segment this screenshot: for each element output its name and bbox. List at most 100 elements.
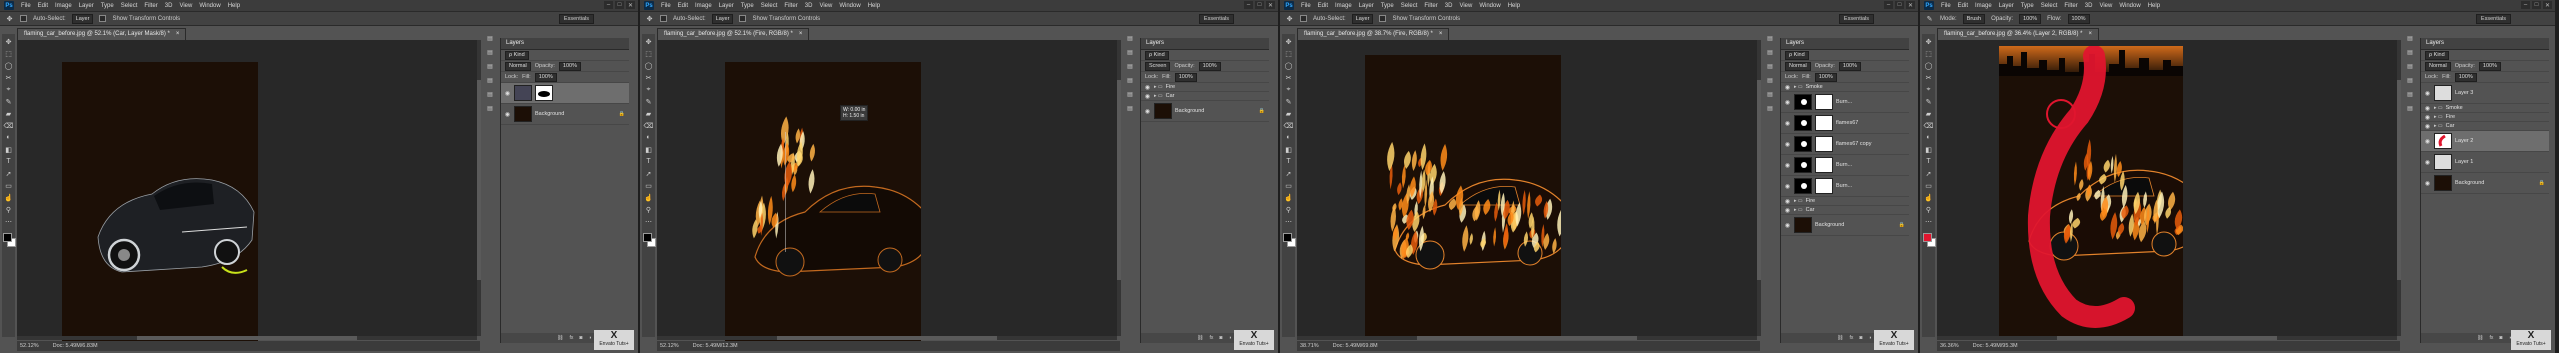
horizontal-scroll-thumb[interactable] — [777, 336, 997, 340]
history-icon[interactable]: ▤ — [1766, 34, 1775, 43]
mask-thumbnail[interactable] — [535, 85, 553, 101]
minimize-icon[interactable]: – — [1244, 1, 1253, 9]
layer-row[interactable]: ◉ Background 🔒 — [1141, 101, 1269, 122]
menu-item-select[interactable]: Select — [761, 3, 778, 9]
link-icon[interactable]: ⛓ — [2477, 335, 2483, 341]
kind-filter[interactable]: ρ Kind — [505, 50, 529, 60]
swatches-icon[interactable]: ▤ — [2406, 76, 2415, 85]
character-icon[interactable]: ▤ — [486, 90, 495, 99]
auto-select-target[interactable]: Layer — [1351, 13, 1374, 24]
menu-item-edit[interactable]: Edit — [38, 3, 48, 9]
close-icon[interactable]: ✕ — [1906, 1, 1915, 9]
menu-item-layer[interactable]: Layer — [79, 3, 94, 9]
layer-row[interactable]: ◉ Burn... — [1781, 176, 1909, 197]
shape-tool-icon[interactable]: ▭ — [644, 181, 653, 190]
zoom-level[interactable]: 52.12% — [20, 343, 39, 349]
menu-item-type[interactable]: Type — [101, 3, 114, 9]
path-select-icon[interactable]: ➚ — [1924, 169, 1933, 178]
dodge-tool-icon[interactable]: ◐ — [1924, 133, 1933, 142]
menu-item-help[interactable]: Help — [228, 3, 240, 9]
lasso-tool-icon[interactable]: ◯ — [644, 61, 653, 70]
layer-thumbnail[interactable] — [1815, 115, 1833, 131]
swatches-icon[interactable]: ▤ — [486, 76, 495, 85]
menu-item-layer[interactable]: Layer — [1999, 3, 2014, 9]
link-icon[interactable]: ⛓ — [557, 335, 563, 341]
layers-panel-tab[interactable]: Layers — [1781, 38, 1909, 50]
path-select-icon[interactable]: ➚ — [644, 169, 653, 178]
document-tab[interactable]: flaming_car_before.jpg @ 52.1% (Car, Lay… — [17, 28, 187, 40]
hand-tool-icon[interactable]: ☝ — [1284, 193, 1293, 202]
eye-icon[interactable]: ◉ — [2424, 123, 2431, 130]
eye-icon[interactable]: ◉ — [1784, 198, 1791, 205]
fx-icon[interactable]: fx — [2489, 335, 2493, 341]
layer-row[interactable]: ◉ ▸ ▭ Car — [2421, 122, 2549, 131]
foreground-color[interactable] — [643, 233, 652, 242]
image-canvas[interactable] — [1365, 55, 1561, 337]
crop-tool-icon[interactable]: ✂ — [644, 73, 653, 82]
character-icon[interactable]: ▤ — [1766, 90, 1775, 99]
vertical-scroll-thumb[interactable] — [2397, 80, 2401, 280]
auto-select-target[interactable]: Layer — [711, 13, 734, 24]
lasso-tool-icon[interactable]: ◯ — [1284, 61, 1293, 70]
dodge-tool-icon[interactable]: ◐ — [644, 133, 653, 142]
color-swatches[interactable] — [3, 233, 16, 247]
menu-item-view[interactable]: View — [179, 3, 192, 9]
gradient-tool-icon[interactable]: ◧ — [1284, 145, 1293, 154]
close-tab-icon[interactable]: × — [1439, 29, 1443, 40]
menu-item-edit[interactable]: Edit — [678, 3, 688, 9]
fx-icon[interactable]: fx — [1209, 335, 1213, 341]
gradient-tool-icon[interactable]: ◧ — [1924, 145, 1933, 154]
close-icon[interactable]: ✕ — [626, 1, 635, 9]
zoom-tool-icon[interactable]: ⚲ — [4, 205, 13, 214]
maximize-icon[interactable]: □ — [1895, 1, 1904, 9]
menu-item-type[interactable]: Type — [741, 3, 754, 9]
eyedropper-tool-icon[interactable]: ⌖ — [1284, 85, 1293, 94]
zoom-tool-icon[interactable]: ⚲ — [1924, 205, 1933, 214]
minimize-icon[interactable]: – — [604, 1, 613, 9]
opacity-value[interactable]: 100% — [1198, 61, 1221, 71]
marquee-tool-icon[interactable]: ⬚ — [644, 49, 653, 58]
menu-item-type[interactable]: Type — [2021, 3, 2034, 9]
document-tab[interactable]: flaming_car_before.jpg @ 36.4% (Layer 2,… — [1937, 28, 2100, 40]
close-tab-icon[interactable]: × — [799, 29, 803, 40]
color-swatches[interactable] — [1923, 233, 1936, 247]
foreground-color[interactable] — [1283, 233, 1292, 242]
blend-mode-select[interactable]: Normal — [1785, 61, 1811, 71]
zoom-tool-icon[interactable]: ⚲ — [1284, 205, 1293, 214]
minimize-icon[interactable]: – — [2521, 1, 2530, 9]
layer-row[interactable]: ◉ Layer 2 — [2421, 131, 2549, 152]
menu-item-select[interactable]: Select — [1401, 3, 1418, 9]
document-tab[interactable]: flaming_car_before.jpg @ 38.7% (Fire, RG… — [1297, 28, 1450, 40]
kind-filter[interactable]: ρ Kind — [2425, 50, 2449, 60]
layer-thumbnail[interactable] — [1815, 136, 1833, 152]
eraser-tool-icon[interactable]: ⌫ — [1284, 121, 1294, 130]
horizontal-scrollbar[interactable] — [1937, 336, 2397, 340]
fill-value[interactable]: 100% — [534, 72, 557, 82]
vertical-scroll-thumb[interactable] — [1117, 80, 1121, 280]
layer-thumbnail[interactable] — [1815, 157, 1833, 173]
brush-tool-icon[interactable]: ✎ — [644, 97, 653, 106]
type-tool-icon[interactable]: T — [644, 157, 653, 166]
layer-row[interactable]: ◉ ▸ ▭ Fire — [2421, 113, 2549, 122]
layer-row[interactable]: ◉ ▸ ▭ Smoke — [2421, 104, 2549, 113]
shape-tool-icon[interactable]: ▭ — [1284, 181, 1293, 190]
hand-tool-icon[interactable]: ☝ — [1924, 193, 1933, 202]
mask-thumbnail[interactable] — [1794, 94, 1812, 110]
menu-item-layer[interactable]: Layer — [719, 3, 734, 9]
menu-item-3d[interactable]: 3D — [805, 3, 813, 9]
adjustments-icon[interactable]: ▤ — [1126, 62, 1135, 71]
menu-item-layer[interactable]: Layer — [1359, 3, 1374, 9]
paragraph-icon[interactable]: ▤ — [2406, 104, 2415, 113]
history-icon[interactable]: ▤ — [1126, 34, 1135, 43]
crop-tool-icon[interactable]: ✂ — [1284, 73, 1293, 82]
opacity-value[interactable]: 100% — [2478, 61, 2501, 71]
eye-icon[interactable]: ◉ — [504, 111, 511, 118]
layer-row[interactable]: ◉ Burn... — [1781, 155, 1909, 176]
menu-item-file[interactable]: File — [21, 3, 31, 9]
menu-item-window[interactable]: Window — [1479, 3, 1500, 9]
eye-icon[interactable]: ◉ — [1784, 183, 1791, 190]
move-tool-icon[interactable]: ✥ — [1924, 37, 1933, 46]
menu-item-edit[interactable]: Edit — [1958, 3, 1968, 9]
zoom-level[interactable]: 36.36% — [1940, 343, 1959, 349]
history-icon[interactable]: ▤ — [2406, 34, 2415, 43]
